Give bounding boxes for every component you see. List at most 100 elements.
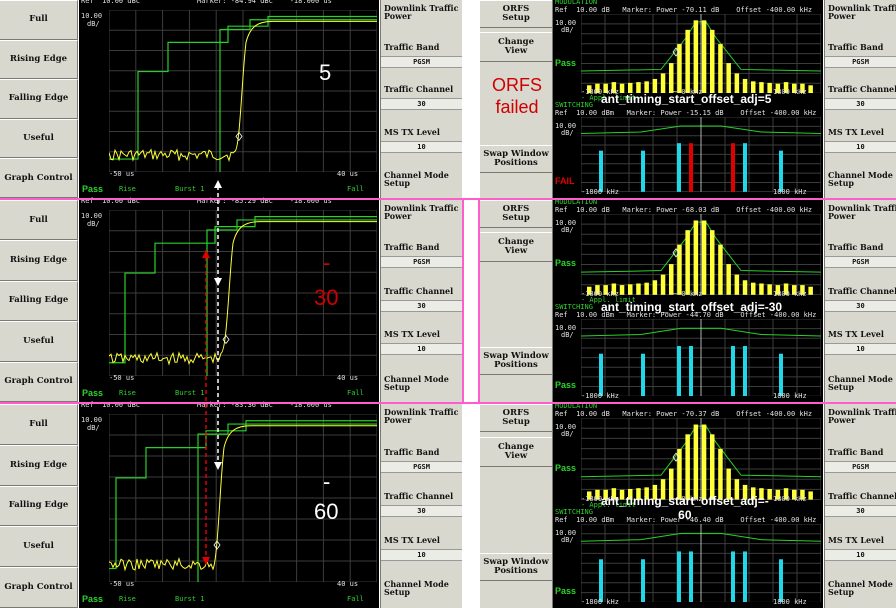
rise-label[interactable]: Rise [119, 595, 136, 603]
full-button[interactable]: Full [0, 200, 78, 241]
useful-button[interactable]: Useful [0, 321, 78, 362]
ms-tx-level-value: 10 [825, 548, 896, 561]
downlink-traffic-power-button[interactable]: Downlink Traffic Power [828, 204, 896, 220]
swap-window-positions-button[interactable]: Swap Window Positions [480, 347, 552, 376]
channel-mode-setup-button[interactable]: Channel Mode Setup [828, 580, 896, 596]
orfs-panel-3: ORFS Setup Change View Swap Window Positio… [480, 402, 896, 608]
modulation-bar [726, 264, 731, 295]
downlink-traffic-power-button[interactable]: Downlink Traffic Power [384, 204, 462, 220]
full-button[interactable]: Full [0, 404, 78, 445]
switching-graph [581, 523, 821, 602]
timing-offset-caption: ant_timing_start_offset_adj=- 60 [601, 494, 769, 522]
separator-vertical [462, 200, 464, 402]
swap-window-positions-button[interactable]: Swap Window Positions [480, 144, 552, 173]
modulation-bar [751, 282, 756, 295]
switching-bar [641, 150, 645, 192]
switching-fail: FAIL [555, 176, 575, 186]
useful-button[interactable]: Useful [0, 118, 78, 159]
scale-value: 10.00 [81, 416, 103, 424]
mod-x-right: 1800 kHz [773, 289, 807, 298]
traffic-band-label[interactable]: Traffic Band [384, 43, 462, 51]
traffic-channel-label[interactable]: Traffic Channel [828, 85, 896, 93]
sw-x-left: -1800 kHz [581, 392, 619, 400]
orfs-setup-button[interactable]: ORFS Setup [480, 200, 552, 228]
marker-readout: Marker: -84.94 dBc -18.000 us [197, 0, 332, 5]
annotation-value: 5 [319, 60, 332, 85]
rising-edge-button[interactable]: Rising Edge [0, 39, 78, 80]
orfs-setup-button[interactable]: ORFS Setup [480, 0, 552, 28]
traffic-band-label[interactable]: Traffic Band [384, 243, 462, 251]
scale-value: 10.00 [81, 212, 103, 220]
orfs-failed-label: ORFS failed [491, 75, 542, 117]
fall-label[interactable]: Fall [347, 389, 364, 397]
downlink-traffic-power-button[interactable]: Downlink Traffic Power [384, 408, 462, 424]
traffic-channel-label[interactable]: Traffic Channel [828, 287, 896, 295]
ms-tx-level-label[interactable]: MS TX Level [384, 330, 462, 338]
falling-edge-button[interactable]: Falling Edge [0, 79, 78, 119]
useful-button[interactable]: Useful [0, 526, 78, 568]
traffic-channel-label[interactable]: Traffic Channel [384, 287, 462, 295]
traffic-band-value: PGSM [381, 256, 462, 269]
channel-mode-setup-button[interactable]: Channel Mode Setup [828, 171, 896, 187]
channel-mode-setup-button[interactable]: Channel Mode Setup [828, 375, 896, 391]
ms-tx-level-label[interactable]: MS TX Level [828, 128, 896, 136]
traffic-band-label[interactable]: Traffic Band [828, 43, 896, 51]
ms-tx-level-label[interactable]: MS TX Level [828, 536, 896, 544]
orfs-setup-button[interactable]: ORFS Setup [480, 404, 552, 432]
white-arrowhead-up [214, 180, 222, 188]
settings-panel: Downlink Traffic Power Traffic Band PGSM Tr… [824, 200, 896, 402]
ms-tx-level-label[interactable]: MS TX Level [384, 536, 462, 544]
downlink-traffic-power-button[interactable]: Downlink Traffic Power [384, 4, 462, 20]
falling-edge-button[interactable]: Falling Edge [0, 485, 78, 527]
fall-label[interactable]: Fall [347, 595, 364, 603]
rising-edge-button[interactable]: Rising Edge [0, 444, 78, 486]
traffic-channel-value: 30 [381, 299, 462, 312]
channel-mode-setup-button[interactable]: Channel Mode Setup [384, 580, 462, 596]
modulation-graph [581, 14, 821, 94]
sw-x-right: 1800 kHz [773, 598, 807, 606]
channel-mode-setup-button[interactable]: Channel Mode Setup [384, 375, 462, 391]
traffic-channel-label[interactable]: Traffic Channel [828, 492, 896, 500]
ms-tx-level-label[interactable]: MS TX Level [384, 128, 462, 136]
rise-label[interactable]: Rise [119, 185, 136, 193]
swap-window-positions-button[interactable]: Swap Window Positions [480, 552, 552, 581]
modulation-bar [660, 73, 666, 94]
burst-label[interactable]: Burst 1 [175, 595, 205, 603]
traffic-band-label[interactable]: Traffic Band [384, 448, 462, 456]
traffic-band-label[interactable]: Traffic Band [828, 243, 896, 251]
rising-edge-button[interactable]: Rising Edge [0, 240, 78, 281]
graph-control-button[interactable]: Graph Control [0, 361, 78, 402]
change-view-button[interactable]: Change View [480, 232, 552, 263]
traffic-channel-value: 30 [825, 504, 896, 517]
switching-bar [599, 150, 603, 192]
traffic-channel-label[interactable]: Traffic Channel [384, 492, 462, 500]
falling-edge-button[interactable]: Falling Edge [0, 280, 78, 322]
graph-control-button[interactable]: Graph Control [0, 158, 78, 198]
full-button[interactable]: Full [0, 0, 78, 40]
modulation-bar [759, 283, 764, 295]
modulation-bar [677, 244, 682, 295]
orfs-panel-2: ORFS Setup Change View Swap Window Positio… [480, 198, 896, 402]
modulation-bar [767, 284, 772, 295]
change-view-button[interactable]: Change View [480, 31, 552, 62]
pvt-graph [109, 10, 377, 172]
modulation-bar [685, 230, 690, 295]
traffic-channel-value: 30 [381, 98, 462, 111]
sw-unit: dB/ [561, 129, 574, 138]
change-view-button[interactable]: Change View [480, 436, 552, 467]
modulation-bar [808, 85, 813, 94]
channel-mode-setup-button[interactable]: Channel Mode Setup [384, 171, 462, 187]
traffic-channel-label[interactable]: Traffic Channel [384, 85, 462, 93]
modulation-graph [581, 418, 821, 500]
ms-tx-level-label[interactable]: MS TX Level [828, 330, 896, 338]
rise-label[interactable]: Rise [119, 389, 136, 397]
graph-control-button[interactable]: Graph Control [0, 567, 78, 608]
switching-bar [689, 551, 693, 602]
fall-label[interactable]: Fall [347, 185, 364, 193]
switching-bar [731, 143, 735, 192]
ms-tx-level-value: 10 [381, 548, 462, 561]
traffic-band-label[interactable]: Traffic Band [828, 448, 896, 456]
orfs-button-column: ORFS Setup Change View Swap Window Positio… [480, 200, 553, 402]
downlink-traffic-power-button[interactable]: Downlink Traffic Power [828, 408, 896, 424]
downlink-traffic-power-button[interactable]: Downlink Traffic Power [828, 4, 896, 20]
